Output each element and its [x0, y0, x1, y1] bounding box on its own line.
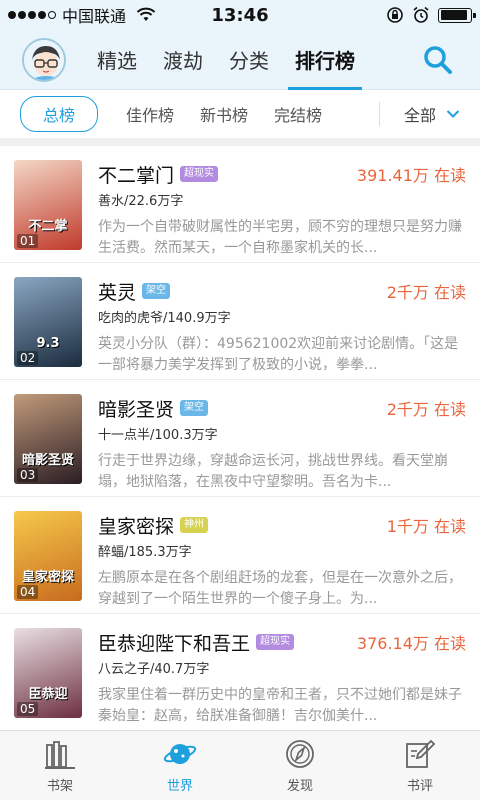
book-info: 暗影圣贤 架空 2千万 在读 十一点半/100.3万字 行走于世界边缘，穿越命运…	[98, 394, 466, 496]
tab-categories[interactable]: 分类	[216, 30, 282, 90]
book-list-item[interactable]: 臣恭迎 05 臣恭迎陛下和吾王 超现实 376.14万 在读 八云之子/40.7…	[0, 614, 480, 730]
book-title: 臣恭迎陛下和吾王	[98, 632, 251, 655]
author-wordcount: 醉蝠/185.3万字	[98, 545, 192, 560]
rank-number: 03	[17, 468, 39, 482]
filter-dropdown[interactable]: 全部	[404, 102, 460, 126]
signal-strength-icon	[8, 11, 56, 19]
tabbar-label: 世界	[166, 779, 193, 794]
bookshelf-icon	[45, 741, 75, 769]
book-ranking-list: 不二掌 01 不二掌门 超现实 391.41万 在读 善水/22.6万字 作为一…	[0, 146, 480, 730]
author-wordcount: 吃肉的虎爷/140.9万字	[98, 311, 231, 326]
book-list-item[interactable]: 9.3 02 英灵 架空 2千万 在读 吃肉的虎爷/140.9万字 英灵小分队（…	[0, 263, 480, 380]
book-title: 不二掌门	[98, 164, 175, 187]
book-cover[interactable]: 9.3 02	[14, 277, 82, 367]
battery-icon	[438, 7, 476, 23]
genre-tag: 超现实	[180, 166, 219, 182]
top-navigation: 精选 渡劫 分类 排行榜	[0, 30, 480, 90]
tabbar-discover[interactable]: 发现	[240, 731, 360, 800]
cover-title: 不二掌	[28, 219, 68, 235]
top-tabs: 精选 渡劫 分类 排行榜	[84, 30, 418, 90]
tab-rankings[interactable]: 排行榜	[282, 30, 368, 90]
status-bar: 中国联通 13:46	[0, 0, 480, 30]
book-description: 行走于世界边缘，穿越命运长河，挑战世界线。看天堂崩塌，地狱陷落，在黑夜中守望黎明…	[98, 453, 448, 490]
cover-title: 臣恭迎	[28, 687, 68, 703]
subtab-overall[interactable]: 总榜	[20, 96, 99, 132]
book-description: 英灵小分队（群）：495621002欢迎前来讨论剧情。「这是一部将暴力美学发挥到…	[98, 336, 459, 373]
book-title: 英灵	[98, 281, 137, 304]
search-button[interactable]	[418, 40, 458, 80]
book-info: 臣恭迎陛下和吾王 超现实 376.14万 在读 八云之子/40.7万字 我家里住…	[98, 628, 466, 730]
author-wordcount: 十一点半/100.3万字	[98, 428, 218, 443]
avatar[interactable]	[22, 37, 66, 82]
filter-label: 全部	[403, 106, 436, 125]
book-info: 英灵 架空 2千万 在读 吃肉的虎爷/140.9万字 英灵小分队（群）：4956…	[98, 277, 466, 379]
bottom-tab-bar: 书架 世界 发现 书评	[0, 730, 480, 800]
subtab-masterpiece[interactable]: 佳作榜	[126, 102, 174, 126]
cover-title: 9.3	[36, 336, 60, 352]
author-wordcount: 善水/22.6万字	[98, 194, 184, 209]
reader-count: 1千万 在读	[386, 517, 466, 536]
subtab-new-books[interactable]: 新书榜	[200, 102, 248, 126]
rank-number: 02	[17, 351, 39, 365]
divider	[378, 102, 380, 126]
book-list-item[interactable]: 不二掌 01 不二掌门 超现实 391.41万 在读 善水/22.6万字 作为一…	[0, 146, 480, 263]
tabbar-world[interactable]: 世界	[120, 731, 240, 800]
cover-title: 暗影圣贤	[21, 453, 74, 469]
cover-title: 皇家密探	[21, 570, 74, 586]
ranking-subtabs: 总榜 佳作榜 新书榜 完结榜 全部	[0, 90, 480, 146]
compass-icon	[286, 740, 314, 768]
book-cover[interactable]: 暗影圣贤 03	[14, 394, 82, 484]
tabbar-label: 书评	[406, 779, 433, 794]
rotation-lock-icon	[387, 7, 403, 23]
rank-number: 05	[17, 702, 39, 716]
book-description: 左鹏原本是在各个剧组赶场的龙套，但是在一次意外之后，穿越到了一个陌生世界的一个傻…	[98, 570, 462, 607]
book-description: 我家里住着一群历史中的皇帝和王者，只不过她们都是妹子秦始皇：赵高，给朕准备御膳！…	[98, 687, 462, 724]
book-info: 皇家密探 神州 1千万 在读 醉蝠/185.3万字 左鹏原本是在各个剧组赶场的龙…	[98, 511, 466, 613]
book-title: 暗影圣贤	[98, 398, 175, 421]
genre-tag: 架空	[142, 283, 171, 299]
rank-number: 01	[17, 234, 39, 248]
tabbar-reviews[interactable]: 书评	[360, 731, 480, 800]
reader-count: 2千万 在读	[386, 400, 466, 419]
avatar-icon	[24, 39, 64, 80]
wifi-icon	[136, 7, 156, 21]
tab-featured[interactable]: 精选	[84, 30, 150, 90]
pen-icon	[406, 739, 436, 768]
genre-tag: 超现实	[256, 634, 295, 650]
book-cover[interactable]: 臣恭迎 05	[14, 628, 82, 718]
tabbar-bookshelf[interactable]: 书架	[0, 731, 120, 800]
book-cover[interactable]: 不二掌 01	[14, 160, 82, 250]
tabbar-label: 书架	[46, 779, 73, 794]
genre-tag: 架空	[180, 400, 209, 416]
book-list-item[interactable]: 皇家密探 04 皇家密探 神州 1千万 在读 醉蝠/185.3万字 左鹏原本是在…	[0, 497, 480, 614]
book-description: 作为一个自带破财属性的半宅男，顾不穷的理想只是努力赚生活费。然而某天，一个自称墨…	[98, 219, 462, 256]
reader-count: 376.14万 在读	[356, 634, 466, 653]
book-info: 不二掌门 超现实 391.41万 在读 善水/22.6万字 作为一个自带破财属性…	[98, 160, 466, 262]
genre-tag: 神州	[180, 517, 209, 533]
book-title: 皇家密探	[98, 515, 175, 538]
tabbar-label: 发现	[286, 779, 313, 794]
book-list-item[interactable]: 暗影圣贤 03 暗影圣贤 架空 2千万 在读 十一点半/100.3万字 行走于世…	[0, 380, 480, 497]
subtab-completed[interactable]: 完结榜	[274, 102, 322, 126]
carrier-name: 中国联通	[62, 7, 127, 26]
tab-dujie[interactable]: 渡劫	[150, 30, 216, 90]
reader-count: 2千万 在读	[386, 283, 466, 302]
reader-count: 391.41万 在读	[356, 166, 466, 185]
alarm-icon	[413, 6, 429, 23]
rank-number: 04	[17, 585, 39, 599]
book-cover[interactable]: 皇家密探 04	[14, 511, 82, 601]
author-wordcount: 八云之子/40.7万字	[98, 662, 210, 677]
chevron-down-icon	[446, 110, 460, 118]
planet-icon	[163, 744, 197, 764]
search-icon	[424, 45, 452, 74]
